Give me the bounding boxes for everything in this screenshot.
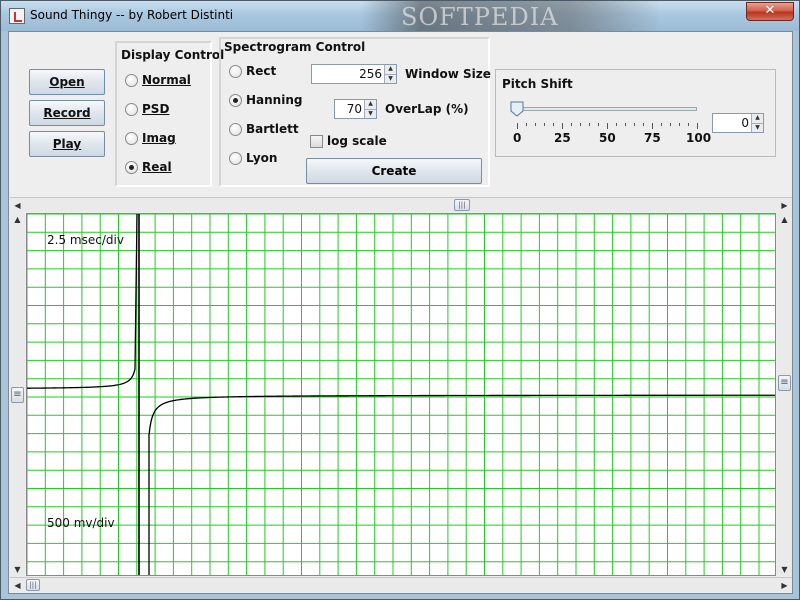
slider-tick <box>562 123 563 129</box>
slider-tick <box>526 123 527 126</box>
pitch-shift-title: Pitch Shift <box>502 77 573 91</box>
radio-lyon[interactable] <box>229 152 242 165</box>
bottom-scroll-right-icon[interactable]: ▶ <box>777 578 792 593</box>
scroll-right-icon[interactable]: ▶ <box>777 198 792 213</box>
slider-tick <box>625 123 626 126</box>
waveform-canvas <box>27 214 775 575</box>
bottom-scroll-thumb[interactable]: ||| <box>26 579 40 591</box>
right-vertical-scrollbar[interactable]: ▲ ≡ ▼ <box>777 212 792 577</box>
radio-bartlett-label: Bartlett <box>246 122 299 136</box>
amplitude-scale-label: 500 mv/div <box>47 516 115 530</box>
slider-tick <box>553 123 554 126</box>
overlap-down-icon[interactable]: ▼ <box>364 109 376 118</box>
radio-psd[interactable] <box>125 103 138 116</box>
slider-tick <box>571 123 572 126</box>
window-size-label: Window Size <box>405 67 491 81</box>
pitch-down-icon[interactable]: ▼ <box>751 123 763 132</box>
right-scroll-up-icon[interactable]: ▲ <box>777 212 792 227</box>
slider-tick <box>616 123 617 126</box>
slider-tick <box>544 123 545 126</box>
slider-tick <box>589 123 590 126</box>
slider-tick <box>652 123 653 129</box>
slider-tick <box>634 123 635 126</box>
slider-tick <box>517 123 518 129</box>
title-bar[interactable]: SOFTPEDIA Sound Thingy -- by Robert Dist… <box>1 1 799 31</box>
right-scroll-thumb[interactable]: ≡ <box>778 375 791 391</box>
scroll-left-icon[interactable]: ◀ <box>10 198 25 213</box>
left-scroll-down-icon[interactable]: ▼ <box>10 562 25 577</box>
slider-tick <box>607 123 608 129</box>
window-size-down-icon[interactable]: ▼ <box>384 74 396 83</box>
bottom-horizontal-scrollbar[interactable]: ◀ ||| ▶ <box>10 577 792 592</box>
slider-tick <box>697 123 698 129</box>
radio-real-label: Real <box>142 160 172 174</box>
pitch-slider-track[interactable] <box>517 107 697 111</box>
app-icon[interactable] <box>9 8 25 24</box>
open-button[interactable]: Open <box>29 69 105 95</box>
top-scroll-thumb[interactable]: ||| <box>454 199 470 211</box>
tick-label-75: 75 <box>644 131 661 145</box>
left-vertical-scrollbar[interactable]: ▲ ≡ ▼ <box>10 212 25 577</box>
window-title: Sound Thingy -- by Robert Distinti <box>30 8 234 22</box>
pitch-up-icon[interactable]: ▲ <box>751 114 763 123</box>
watermark: SOFTPEDIA <box>401 3 559 31</box>
slider-tick <box>679 123 680 126</box>
spectrogram-control-title: Spectrogram Control <box>224 40 366 54</box>
pitch-slider-thumb[interactable] <box>510 101 524 117</box>
radio-hanning-label: Hanning <box>246 93 303 107</box>
overlap-up-icon[interactable]: ▲ <box>364 100 376 109</box>
radio-rect[interactable] <box>229 65 242 78</box>
tick-label-100: 100 <box>686 131 712 145</box>
overlap-label: OverLap (%) <box>385 102 469 116</box>
tick-label-50: 50 <box>599 131 616 145</box>
slider-tick <box>688 123 689 126</box>
display-control-title: Display Control <box>121 48 225 62</box>
left-scroll-up-icon[interactable]: ▲ <box>10 212 25 227</box>
radio-real[interactable] <box>125 161 138 174</box>
time-scale-label: 2.5 msec/div <box>47 233 124 247</box>
overlap-spinner[interactable]: 70 ▲ ▼ <box>334 99 377 119</box>
close-button[interactable]: ✕ <box>746 2 794 21</box>
right-scroll-down-icon[interactable]: ▼ <box>777 562 792 577</box>
tick-label-0: 0 <box>513 131 522 145</box>
radio-imag[interactable] <box>125 132 138 145</box>
record-button[interactable]: Record <box>29 100 105 126</box>
window-size-value: 256 <box>359 67 382 81</box>
left-scroll-thumb[interactable]: ≡ <box>11 387 24 403</box>
slider-tick <box>535 123 536 126</box>
slider-tick <box>580 123 581 126</box>
radio-rect-label: Rect <box>246 64 277 78</box>
slider-tick <box>598 123 599 126</box>
log-scale-label: log scale <box>327 134 387 148</box>
overlap-value: 70 <box>346 102 362 116</box>
radio-lyon-label: Lyon <box>246 151 278 165</box>
slider-tick <box>670 123 671 126</box>
top-horizontal-scrollbar[interactable]: ◀ ||| ▶ <box>10 197 792 212</box>
create-button[interactable]: Create <box>306 158 482 184</box>
pitch-spinner-value: 0 <box>741 116 749 130</box>
tick-label-25: 25 <box>554 131 571 145</box>
pitch-spinner[interactable]: 0 ▲ ▼ <box>712 113 764 133</box>
radio-normal-label: Normal <box>142 73 191 87</box>
log-scale-checkbox[interactable] <box>310 135 323 148</box>
radio-imag-label: Imag <box>142 131 176 145</box>
bottom-scroll-left-icon[interactable]: ◀ <box>10 578 25 593</box>
waveform-plot[interactable]: 2.5 msec/div 500 mv/div <box>26 213 776 576</box>
slider-tick <box>661 123 662 126</box>
radio-bartlett[interactable] <box>229 123 242 136</box>
play-button[interactable]: Play <box>29 131 105 157</box>
window-size-spinner[interactable]: 256 ▲ ▼ <box>311 64 397 84</box>
radio-hanning[interactable] <box>229 94 242 107</box>
window-size-up-icon[interactable]: ▲ <box>384 65 396 74</box>
radio-psd-label: PSD <box>142 102 170 116</box>
radio-normal[interactable] <box>125 74 138 87</box>
app-window: SOFTPEDIA Sound Thingy -- by Robert Dist… <box>0 0 800 600</box>
slider-tick <box>643 123 644 126</box>
